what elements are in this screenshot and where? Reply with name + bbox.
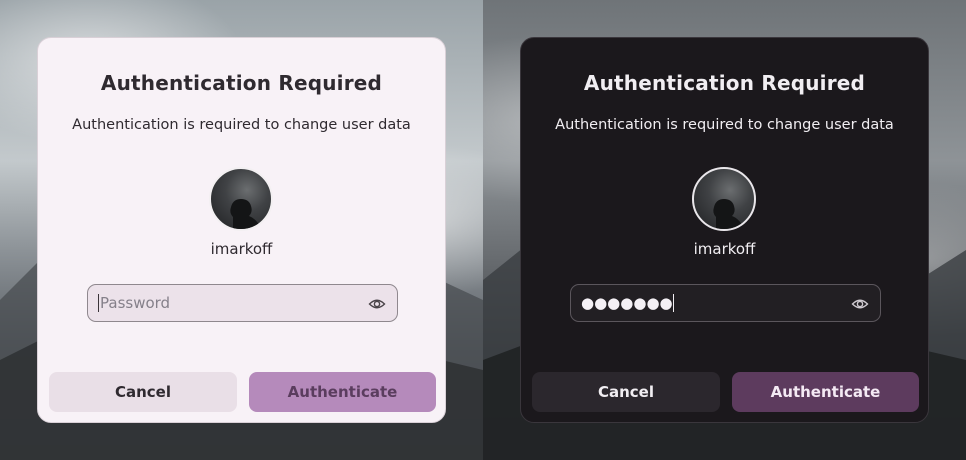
dialog-subtitle: Authentication is required to change use…	[555, 117, 894, 133]
cancel-button[interactable]: Cancel	[49, 372, 237, 412]
text-cursor	[98, 294, 99, 312]
dialog-title: Authentication Required	[100, 71, 383, 95]
avatar-silhouette-icon	[713, 199, 744, 229]
password-field[interactable]: Password	[87, 284, 398, 322]
avatar-silhouette-icon	[230, 199, 261, 229]
username-label: imarkoff	[210, 240, 273, 258]
auth-dialog-light: Authentication Required Authentication i…	[37, 37, 446, 423]
cancel-button[interactable]: Cancel	[532, 372, 720, 412]
user-avatar	[692, 167, 756, 231]
eye-icon[interactable]	[851, 295, 869, 313]
password-value: ●●●●●●●	[581, 294, 673, 312]
authenticate-button[interactable]: Authenticate	[732, 372, 919, 412]
password-placeholder: Password	[100, 294, 171, 312]
user-avatar	[209, 167, 273, 231]
eye-icon[interactable]	[368, 295, 386, 313]
username-label: imarkoff	[693, 240, 756, 258]
dialog-subtitle: Authentication is required to change use…	[72, 117, 411, 133]
dialog-title: Authentication Required	[583, 71, 866, 95]
authenticate-button[interactable]: Authenticate	[249, 372, 436, 412]
text-cursor	[672, 294, 674, 312]
auth-dialog-dark: Authentication Required Authentication i…	[520, 37, 929, 423]
password-field[interactable]: ●●●●●●●	[570, 284, 881, 322]
